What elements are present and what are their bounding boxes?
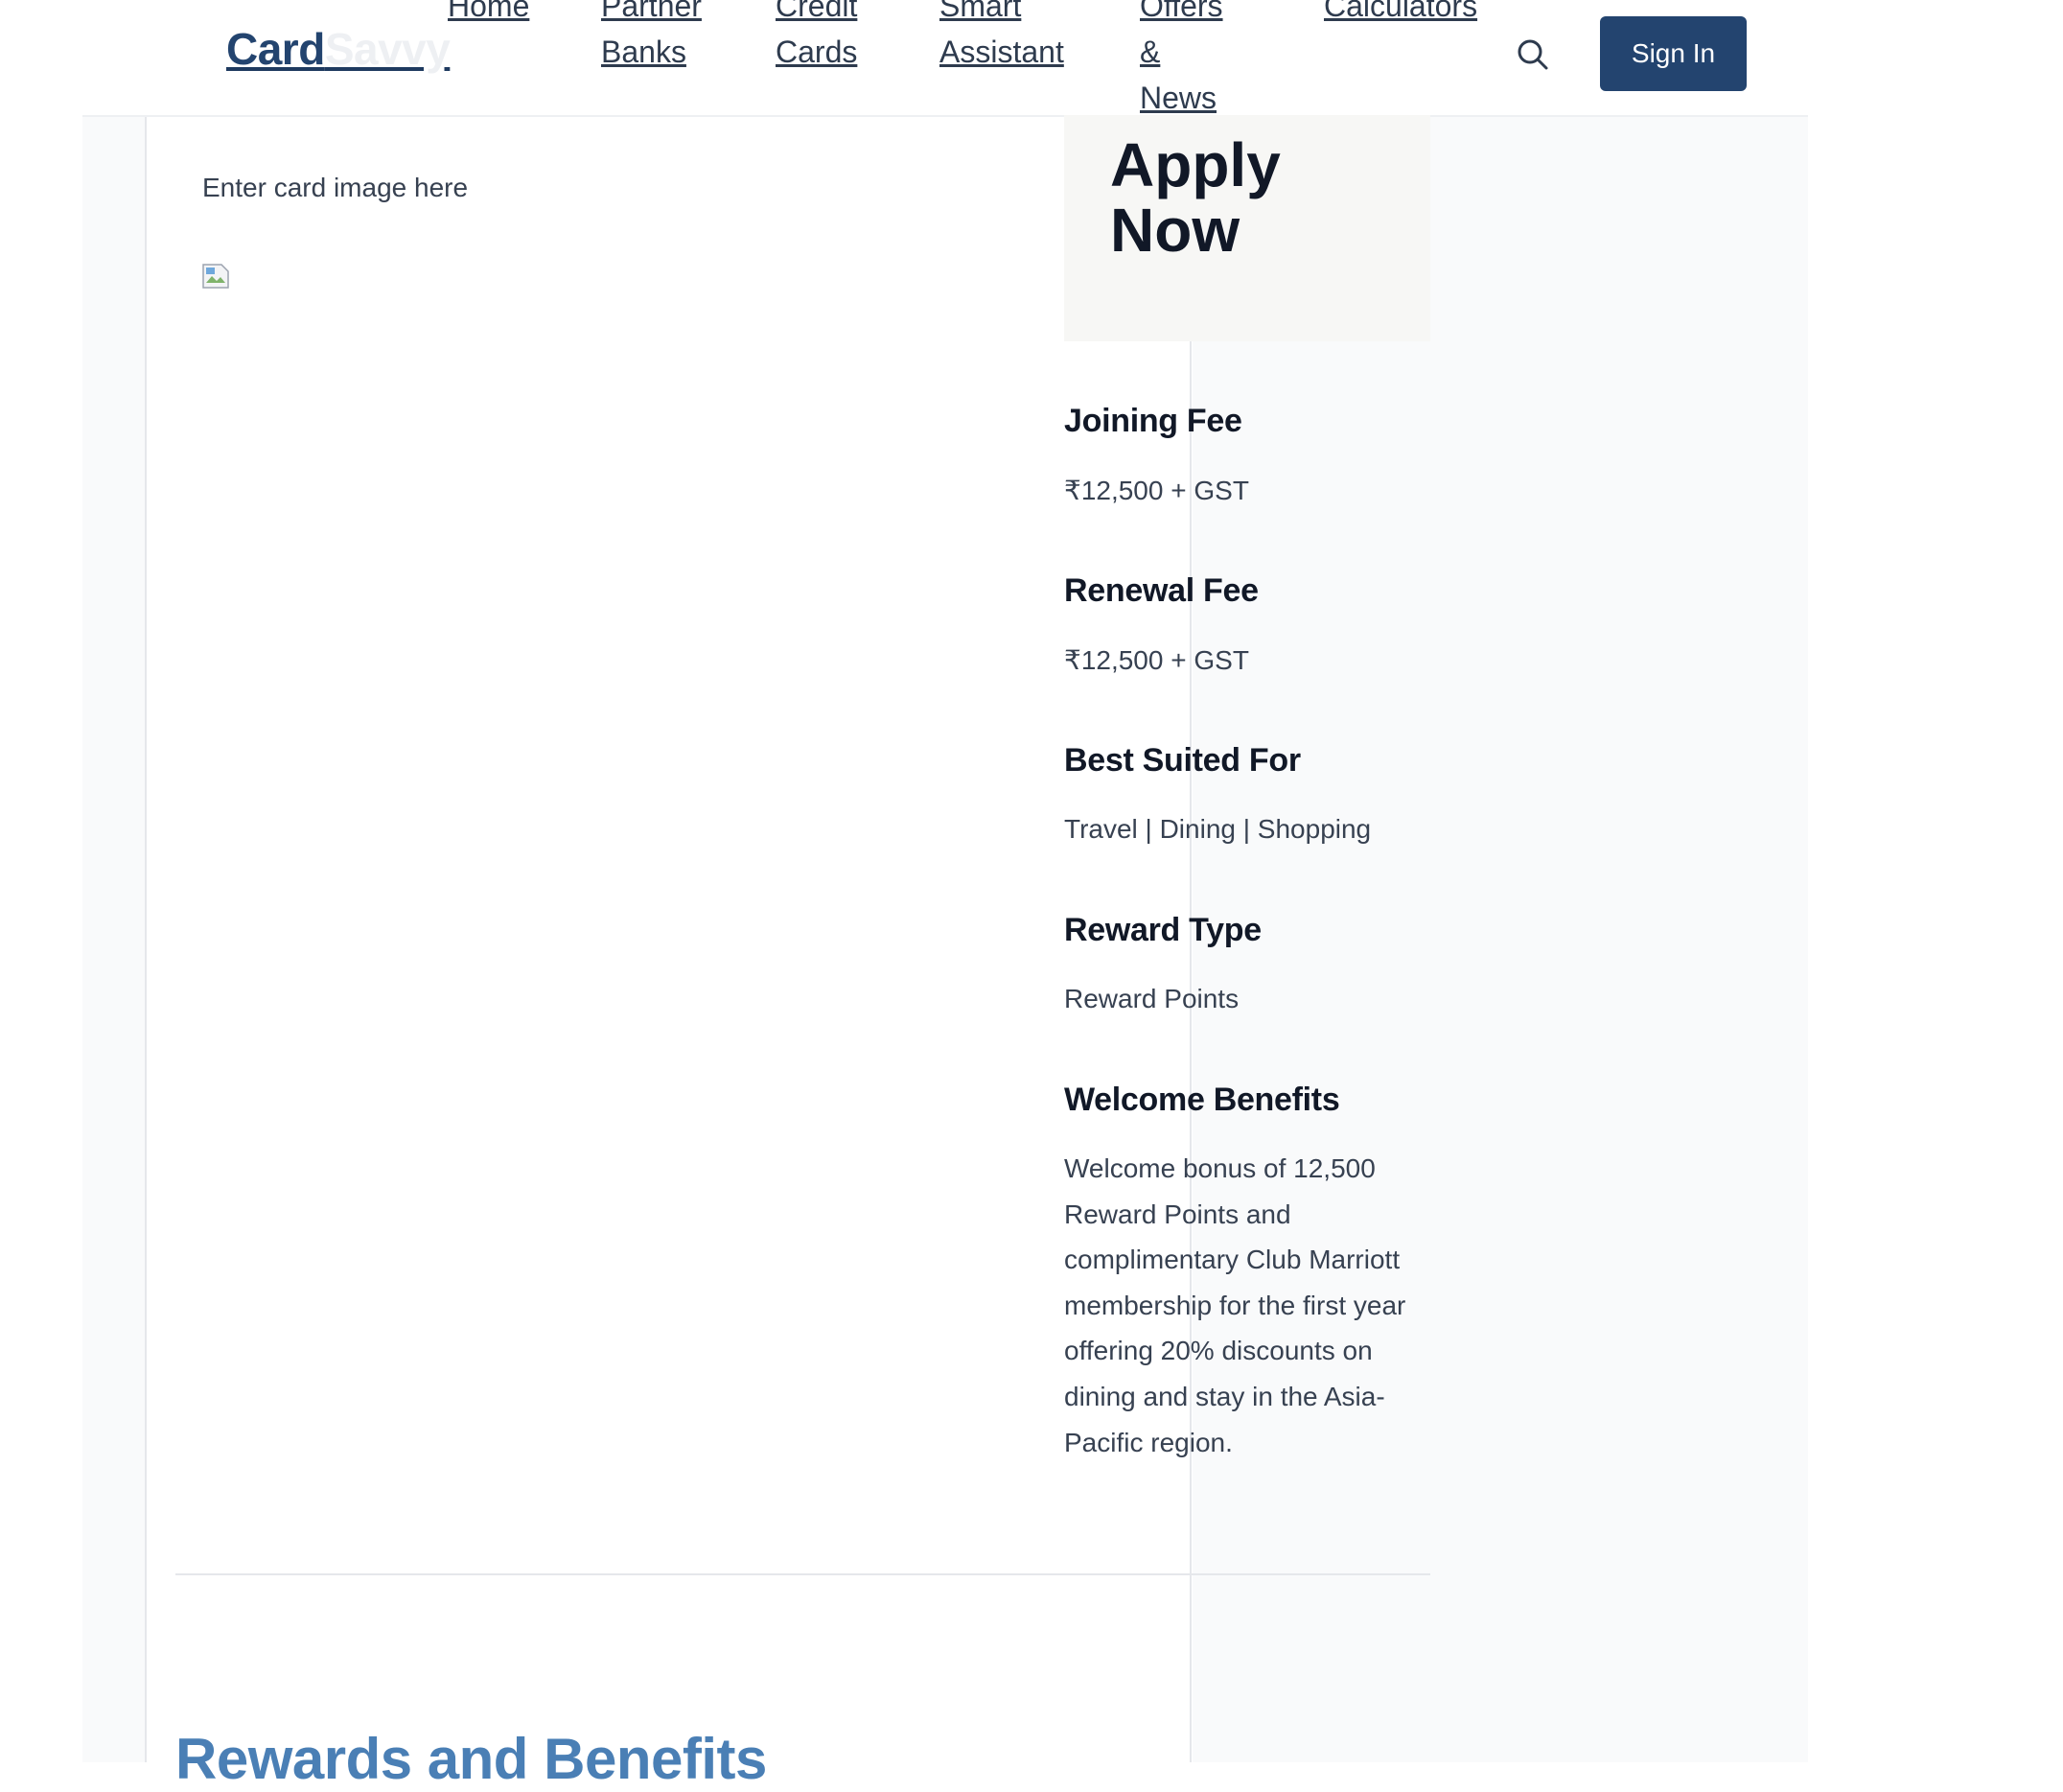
nav-home[interactable]: Home <box>448 0 529 29</box>
joining-fee-label: Joining Fee <box>1064 403 1242 439</box>
best-suited-for-value: Travel | Dining | Shopping <box>1064 814 1372 844</box>
nav-offers-news[interactable]: Offers & News <box>1140 0 1223 121</box>
apply-now-heading[interactable]: Apply Now <box>1110 132 1426 263</box>
card-image-placeholder-text: Enter card image here <box>202 173 469 202</box>
search-icon <box>1518 39 1548 70</box>
renewal-fee-value: ₹12,500 + GST <box>1064 645 1249 675</box>
rewards-and-benefits-heading: Rewards and Benefits <box>175 1727 767 1791</box>
welcome-benefits-label: Welcome Benefits <box>1064 1082 1340 1118</box>
section-divider <box>175 1573 1430 1575</box>
nav-credit-cards[interactable]: Credit Cards <box>776 0 857 75</box>
broken-image-icon <box>202 264 229 289</box>
reward-type-value: Reward Points <box>1064 984 1240 1013</box>
best-suited-for-label: Best Suited For <box>1064 742 1301 779</box>
column-divider <box>1190 340 1192 1762</box>
renewal-fee-label: Renewal Fee <box>1064 572 1259 609</box>
joining-fee-value: ₹12,500 + GST <box>1064 476 1249 505</box>
site-logo[interactable]: CardSavvy <box>226 23 451 75</box>
card-content-panel <box>145 115 1193 1762</box>
search-button[interactable] <box>1517 38 1549 71</box>
logo-text-card: Card <box>226 24 325 74</box>
sign-in-button[interactable]: Sign In <box>1600 16 1747 91</box>
logo-text-savvy: Savvy <box>324 24 451 74</box>
nav-partner-banks[interactable]: Partner Banks <box>601 0 702 75</box>
reward-type-label: Reward Type <box>1064 912 1262 948</box>
nav-smart-assistant[interactable]: Smart Assistant <box>939 0 1064 75</box>
nav-calculators[interactable]: Calculators <box>1324 0 1477 29</box>
welcome-benefits-value: Welcome bonus of 12,500 Reward Points an… <box>1064 1153 1406 1457</box>
